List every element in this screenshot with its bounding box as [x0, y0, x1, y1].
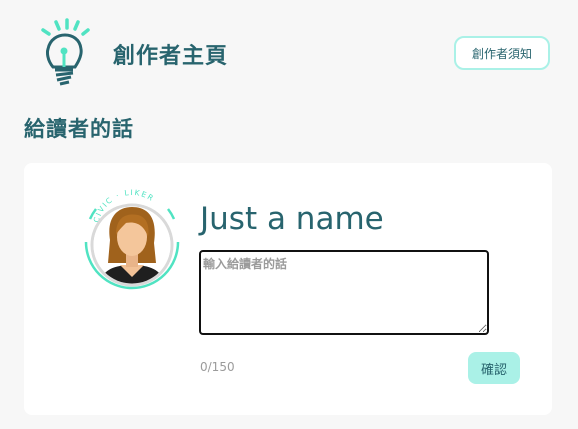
message-textarea[interactable]: [199, 250, 489, 335]
avatar: CIVIC · LIKER: [80, 185, 184, 293]
header: 創作者主頁 創作者須知: [0, 0, 578, 100]
character-counter: 0/150: [200, 360, 235, 374]
page-title: 創作者主頁: [113, 44, 229, 69]
section-title: 給讀者的話: [24, 117, 134, 141]
lightbulb-logo-icon: [38, 18, 92, 90]
confirm-button[interactable]: 確認: [468, 352, 520, 384]
creator-notice-button[interactable]: 創作者須知: [454, 36, 550, 70]
user-name: Just a name: [200, 201, 384, 237]
message-card: CIVIC · LIKER Just a name 0/150: [24, 163, 552, 415]
